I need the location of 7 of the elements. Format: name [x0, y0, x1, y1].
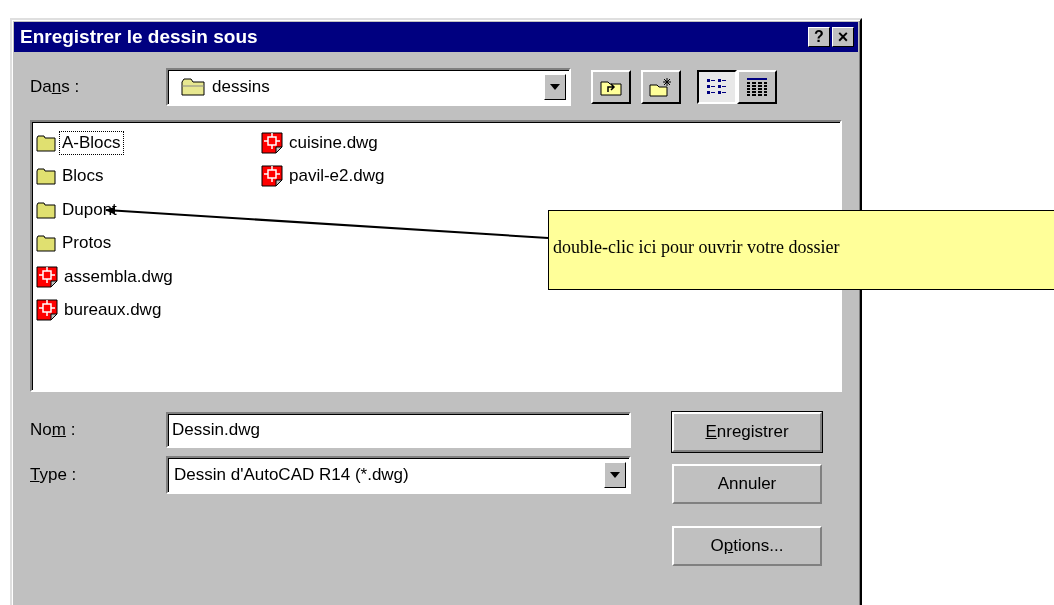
type-value: Dessin d'AutoCAD R14 (*.dwg): [174, 465, 409, 485]
name-label: Nom :: [30, 420, 77, 440]
type-label: Type :: [30, 465, 78, 485]
location-value: dessins: [212, 77, 271, 97]
annotation-tooltip: double-clic ici pour ouvrir votre dossier: [548, 210, 1054, 290]
location-label: Dans :: [30, 77, 81, 97]
window-title: Enregistrer le dessin sous: [20, 26, 258, 48]
